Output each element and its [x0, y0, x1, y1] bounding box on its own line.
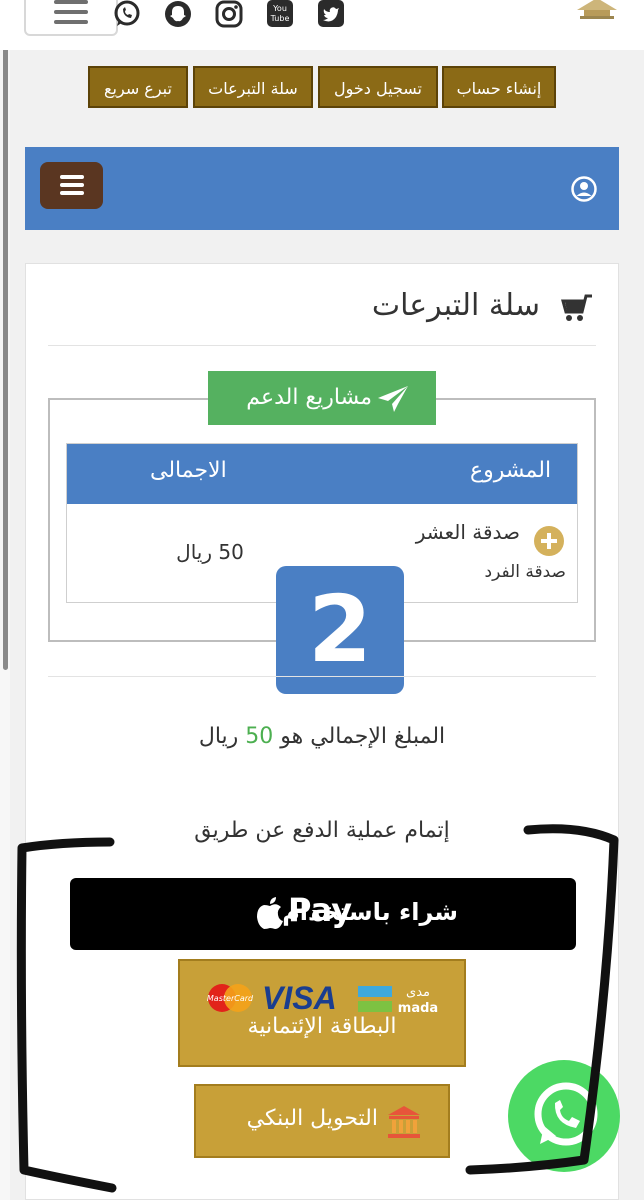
twitter-icon[interactable]: [317, 0, 345, 28]
youtube-text-bottom: Tube: [270, 14, 290, 23]
total-prefix: المبلغ الإجمالي هو: [280, 724, 446, 749]
mada-text-ar: مدى: [406, 985, 430, 1000]
payment-heading: إتمام عملية الدفع عن طريق: [194, 818, 450, 843]
whatsapp-icon: [534, 1082, 598, 1146]
total-suffix: ريال: [198, 724, 239, 749]
snapchat-icon[interactable]: [164, 0, 192, 28]
menu-bar: [54, 0, 88, 4]
youtube-icon[interactable]: You Tube: [266, 0, 294, 28]
quick-donate-button[interactable]: تبرع سريع: [88, 66, 188, 108]
menu-bar: [60, 175, 84, 179]
whatsapp-chat-button[interactable]: [508, 1060, 620, 1172]
navigation-bar: [25, 147, 619, 230]
create-account-button[interactable]: إنشاء حساب: [442, 66, 556, 108]
scrollbar-thumb[interactable]: [3, 25, 8, 670]
table-row-project-subtitle: صدقة الفرد: [484, 562, 566, 582]
page-title: سلة التبرعات: [371, 288, 540, 323]
menu-bar: [60, 183, 84, 187]
menu-bar: [60, 191, 84, 195]
donation-cart-button[interactable]: سلة التبرعات: [193, 66, 313, 108]
apple-pay-button[interactable]: شراء باستخدام Pay: [70, 878, 576, 950]
mastercard-text: MasterCard: [207, 994, 254, 1003]
column-header-project: المشروع: [470, 458, 552, 483]
shopping-cart-icon: [561, 294, 592, 321]
table-row-project-name: صدقة العشر: [415, 520, 520, 544]
credit-card-label: البطاقة الإئتمانية: [247, 1014, 397, 1039]
visa-logo: VISA: [262, 980, 337, 1016]
total-amount-text: المبلغ الإجمالي هو 50 ريال: [60, 724, 584, 749]
site-logo[interactable]: [572, 0, 622, 22]
user-account-icon[interactable]: [571, 176, 597, 202]
mastercard-logo: MasterCard: [207, 984, 254, 1012]
paper-plane-icon: [378, 386, 408, 412]
expand-plus-icon[interactable]: [533, 525, 565, 557]
instagram-icon[interactable]: [215, 0, 243, 28]
apple-pay-brand: Pay: [288, 891, 353, 929]
divider: [48, 345, 596, 346]
login-button[interactable]: تسجيل دخول: [318, 66, 438, 108]
bank-building-icon: [388, 1106, 420, 1138]
column-header-total: الاجمالى: [150, 458, 227, 483]
hamburger-menu-button[interactable]: [24, 0, 118, 36]
mada-logo: مدى mada: [358, 985, 438, 1016]
nav-menu-toggle-button[interactable]: [40, 162, 103, 209]
whatsapp-icon[interactable]: [113, 0, 141, 28]
apple-logo-icon: [257, 897, 283, 929]
youtube-text-top: You: [272, 4, 287, 13]
step-number-badge: 2: [276, 566, 404, 694]
total-amount-value: 50: [245, 724, 274, 749]
menu-bar: [54, 20, 88, 24]
menu-bar: [54, 10, 88, 14]
table-row-total: 50 ريال: [176, 540, 244, 564]
bank-transfer-label: التحويل البنكي: [246, 1106, 378, 1131]
divider: [48, 676, 596, 677]
